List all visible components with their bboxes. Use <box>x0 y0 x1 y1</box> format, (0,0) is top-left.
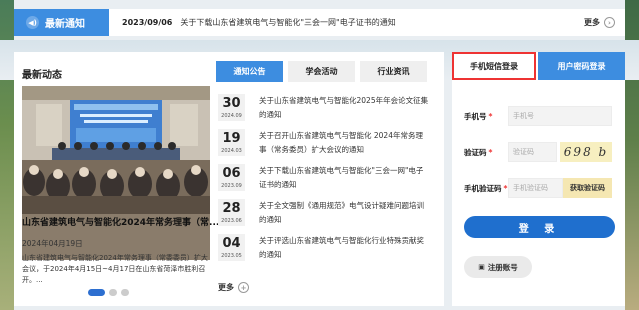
date-box: 06 2023.09 <box>218 164 245 191</box>
list-more-link[interactable]: 更多 + <box>218 282 249 293</box>
news-headline[interactable]: 山东省建筑电气与智能化2024年常务理事（常... <box>22 215 219 228</box>
news-summary: 山东省建筑电气与智能化2024年常务理事（常委委员）扩大会议，于2024年4月1… <box>22 254 208 284</box>
list-item[interactable]: 06 2023.09 关于下载山东省建筑电气与智能化"三会一网"电子证书的通知 <box>218 164 432 199</box>
captcha-input[interactable]: 验证码 <box>508 142 557 162</box>
plus-icon: + <box>238 282 249 293</box>
phone-label-text: 手机号 <box>464 111 487 121</box>
notice-tag: ◀) 最新通知 <box>14 9 109 36</box>
register-button[interactable]: ▣ 注册账号 <box>464 256 532 278</box>
list-item-title[interactable]: 关于评选山东省建筑电气与智能化行业特殊贡献奖的通知 <box>259 234 429 262</box>
date-month: 2024.09 <box>221 113 242 119</box>
date-month: 2023.05 <box>221 253 242 259</box>
notice-tag-label: 最新通知 <box>45 19 85 30</box>
carousel-dot[interactable] <box>109 289 117 296</box>
get-code-button[interactable]: 获取验证码 <box>563 178 612 198</box>
sms-label-text: 手机验证码 <box>464 183 502 193</box>
register-label: 注册账号 <box>487 262 518 272</box>
date-month: 2023.09 <box>221 183 242 189</box>
speaker-icon: ◀) <box>26 16 39 29</box>
phone-input[interactable]: 手机号 <box>508 106 612 126</box>
captcha-row: 验证码 * 验证码 698 b <box>464 142 612 162</box>
carousel-dot[interactable] <box>88 289 105 296</box>
date-month: 2024.03 <box>221 148 242 154</box>
captcha-label: 验证码 * <box>464 147 493 157</box>
tab-password-login[interactable]: 用户密码登录 <box>538 52 625 80</box>
tab-notices[interactable]: 通知公告 <box>216 61 283 82</box>
notice-list: 30 2024.09 关于山东省建筑电气与智能化2025年年会论文征集的通知 1… <box>218 94 432 269</box>
news-photo[interactable] <box>22 86 210 260</box>
tab-sms-login[interactable]: 手机短信登录 <box>452 52 536 80</box>
list-more-label: 更多 <box>218 283 234 292</box>
notice-bar: ◀) 最新通知 2023/09/06 关于下载山东省建筑电气与智能化"三会一网"… <box>14 9 625 36</box>
date-month: 2023.06 <box>221 218 242 224</box>
date-day: 06 <box>222 166 241 181</box>
notice-date: 2023/09/06 <box>122 18 173 27</box>
list-item-title[interactable]: 关于全文强制《通用规范》电气设计疑难问题培训的通知 <box>259 199 429 227</box>
notice-more-label: 更多 <box>584 18 600 27</box>
conference-photo <box>22 86 210 214</box>
date-day: 04 <box>222 236 241 251</box>
sms-label: 手机验证码 * <box>464 183 508 193</box>
date-day: 28 <box>222 201 241 216</box>
news-section-title: 最新动态 <box>22 70 62 81</box>
notice-link[interactable]: 关于下载山东省建筑电气与智能化"三会一网"电子证书的通知 <box>180 17 395 28</box>
news-tabs: 通知公告 学会活动 行业资讯 <box>216 61 427 82</box>
captcha-image[interactable]: 698 b <box>560 142 612 162</box>
date-box: 04 2023.05 <box>218 234 245 261</box>
date-box: 19 2024.03 <box>218 129 245 156</box>
sms-row: 手机验证码 * 手机验证码 获取验证码 <box>464 178 612 198</box>
date-box: 28 2023.06 <box>218 199 245 226</box>
notice-more-link[interactable]: 更多 › <box>584 17 615 28</box>
phone-label: 手机号 * <box>464 111 493 121</box>
list-item-title[interactable]: 关于下载山东省建筑电气与智能化"三会一网"电子证书的通知 <box>259 164 429 192</box>
list-item[interactable]: 19 2024.03 关于召开山东省建筑电气与智能化 2024年常务理事（常务委… <box>218 129 432 164</box>
arrow-right-icon: › <box>604 17 615 28</box>
sms-code-input[interactable]: 手机验证码 <box>508 178 563 198</box>
user-card-icon: ▣ <box>478 263 485 271</box>
carousel-dot[interactable] <box>121 289 129 296</box>
news-date: 2024年04月19日 <box>22 239 83 248</box>
login-button[interactable]: 登 录 <box>464 216 615 238</box>
login-panel: 手机短信登录 用户密码登录 手机号 * 手机号 验证码 * 验证码 698 b 手机… <box>452 52 625 306</box>
list-item[interactable]: 30 2024.09 关于山东省建筑电气与智能化2025年年会论文征集的通知 <box>218 94 432 129</box>
list-item-title[interactable]: 关于山东省建筑电气与智能化2025年年会论文征集的通知 <box>259 94 429 122</box>
tab-activities[interactable]: 学会活动 <box>288 61 355 82</box>
captcha-label-text: 验证码 <box>464 147 487 157</box>
phone-row: 手机号 * 手机号 <box>464 106 612 126</box>
tab-industry-news[interactable]: 行业资讯 <box>360 61 427 82</box>
date-day: 30 <box>222 96 241 111</box>
date-day: 19 <box>222 131 241 146</box>
carousel-dots <box>88 289 129 296</box>
list-item[interactable]: 28 2023.06 关于全文强制《通用规范》电气设计疑难问题培训的通知 <box>218 199 432 234</box>
date-box: 30 2024.09 <box>218 94 245 121</box>
list-item[interactable]: 04 2023.05 关于评选山东省建筑电气与智能化行业特殊贡献奖的通知 <box>218 234 432 269</box>
list-item-title[interactable]: 关于召开山东省建筑电气与智能化 2024年常务理事（常务委员）扩大会议的通知 <box>259 129 429 157</box>
main-panel: 最新动态 山东省建筑电气与智能化2024年常务理事（常... 2024年04月1… <box>14 52 444 306</box>
